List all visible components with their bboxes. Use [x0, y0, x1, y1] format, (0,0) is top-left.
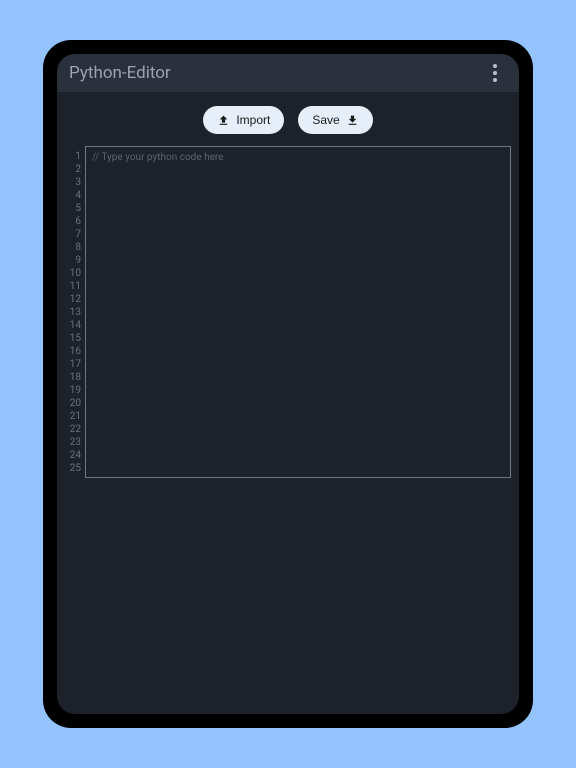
more-menu-icon[interactable]: [483, 61, 507, 85]
line-number: 16: [61, 345, 85, 358]
save-button[interactable]: Save: [298, 106, 372, 134]
line-number: 3: [61, 176, 85, 189]
upload-icon: [217, 114, 230, 127]
line-number-gutter: 1234567891011121314151617181920212223242…: [61, 146, 85, 478]
editor-wrapper: 1234567891011121314151617181920212223242…: [57, 146, 519, 478]
line-number: 7: [61, 228, 85, 241]
line-number: 24: [61, 449, 85, 462]
line-number: 5: [61, 202, 85, 215]
line-number: 8: [61, 241, 85, 254]
line-number: 2: [61, 163, 85, 176]
download-icon: [346, 114, 359, 127]
line-number: 18: [61, 371, 85, 384]
line-number: 21: [61, 410, 85, 423]
code-editor[interactable]: // Type your python code here: [85, 146, 511, 478]
editor-placeholder: // Type your python code here: [92, 151, 504, 164]
line-number: 11: [61, 280, 85, 293]
line-number: 12: [61, 293, 85, 306]
line-number: 10: [61, 267, 85, 280]
line-number: 1: [61, 150, 85, 163]
line-number: 17: [61, 358, 85, 371]
import-button[interactable]: Import: [203, 106, 284, 134]
line-number: 19: [61, 384, 85, 397]
toolbar: Import Save: [57, 92, 519, 146]
device-frame: Python-Editor Import Save 12345678910111…: [43, 40, 533, 728]
save-button-label: Save: [312, 113, 339, 127]
line-number: 9: [61, 254, 85, 267]
app-screen: Python-Editor Import Save 12345678910111…: [57, 54, 519, 714]
line-number: 23: [61, 436, 85, 449]
line-number: 4: [61, 189, 85, 202]
header-bar: Python-Editor: [57, 54, 519, 92]
line-number: 13: [61, 306, 85, 319]
line-number: 14: [61, 319, 85, 332]
line-number: 15: [61, 332, 85, 345]
app-title: Python-Editor: [69, 63, 171, 83]
line-number: 25: [61, 462, 85, 475]
line-number: 6: [61, 215, 85, 228]
line-number: 20: [61, 397, 85, 410]
import-button-label: Import: [236, 113, 270, 127]
line-number: 22: [61, 423, 85, 436]
